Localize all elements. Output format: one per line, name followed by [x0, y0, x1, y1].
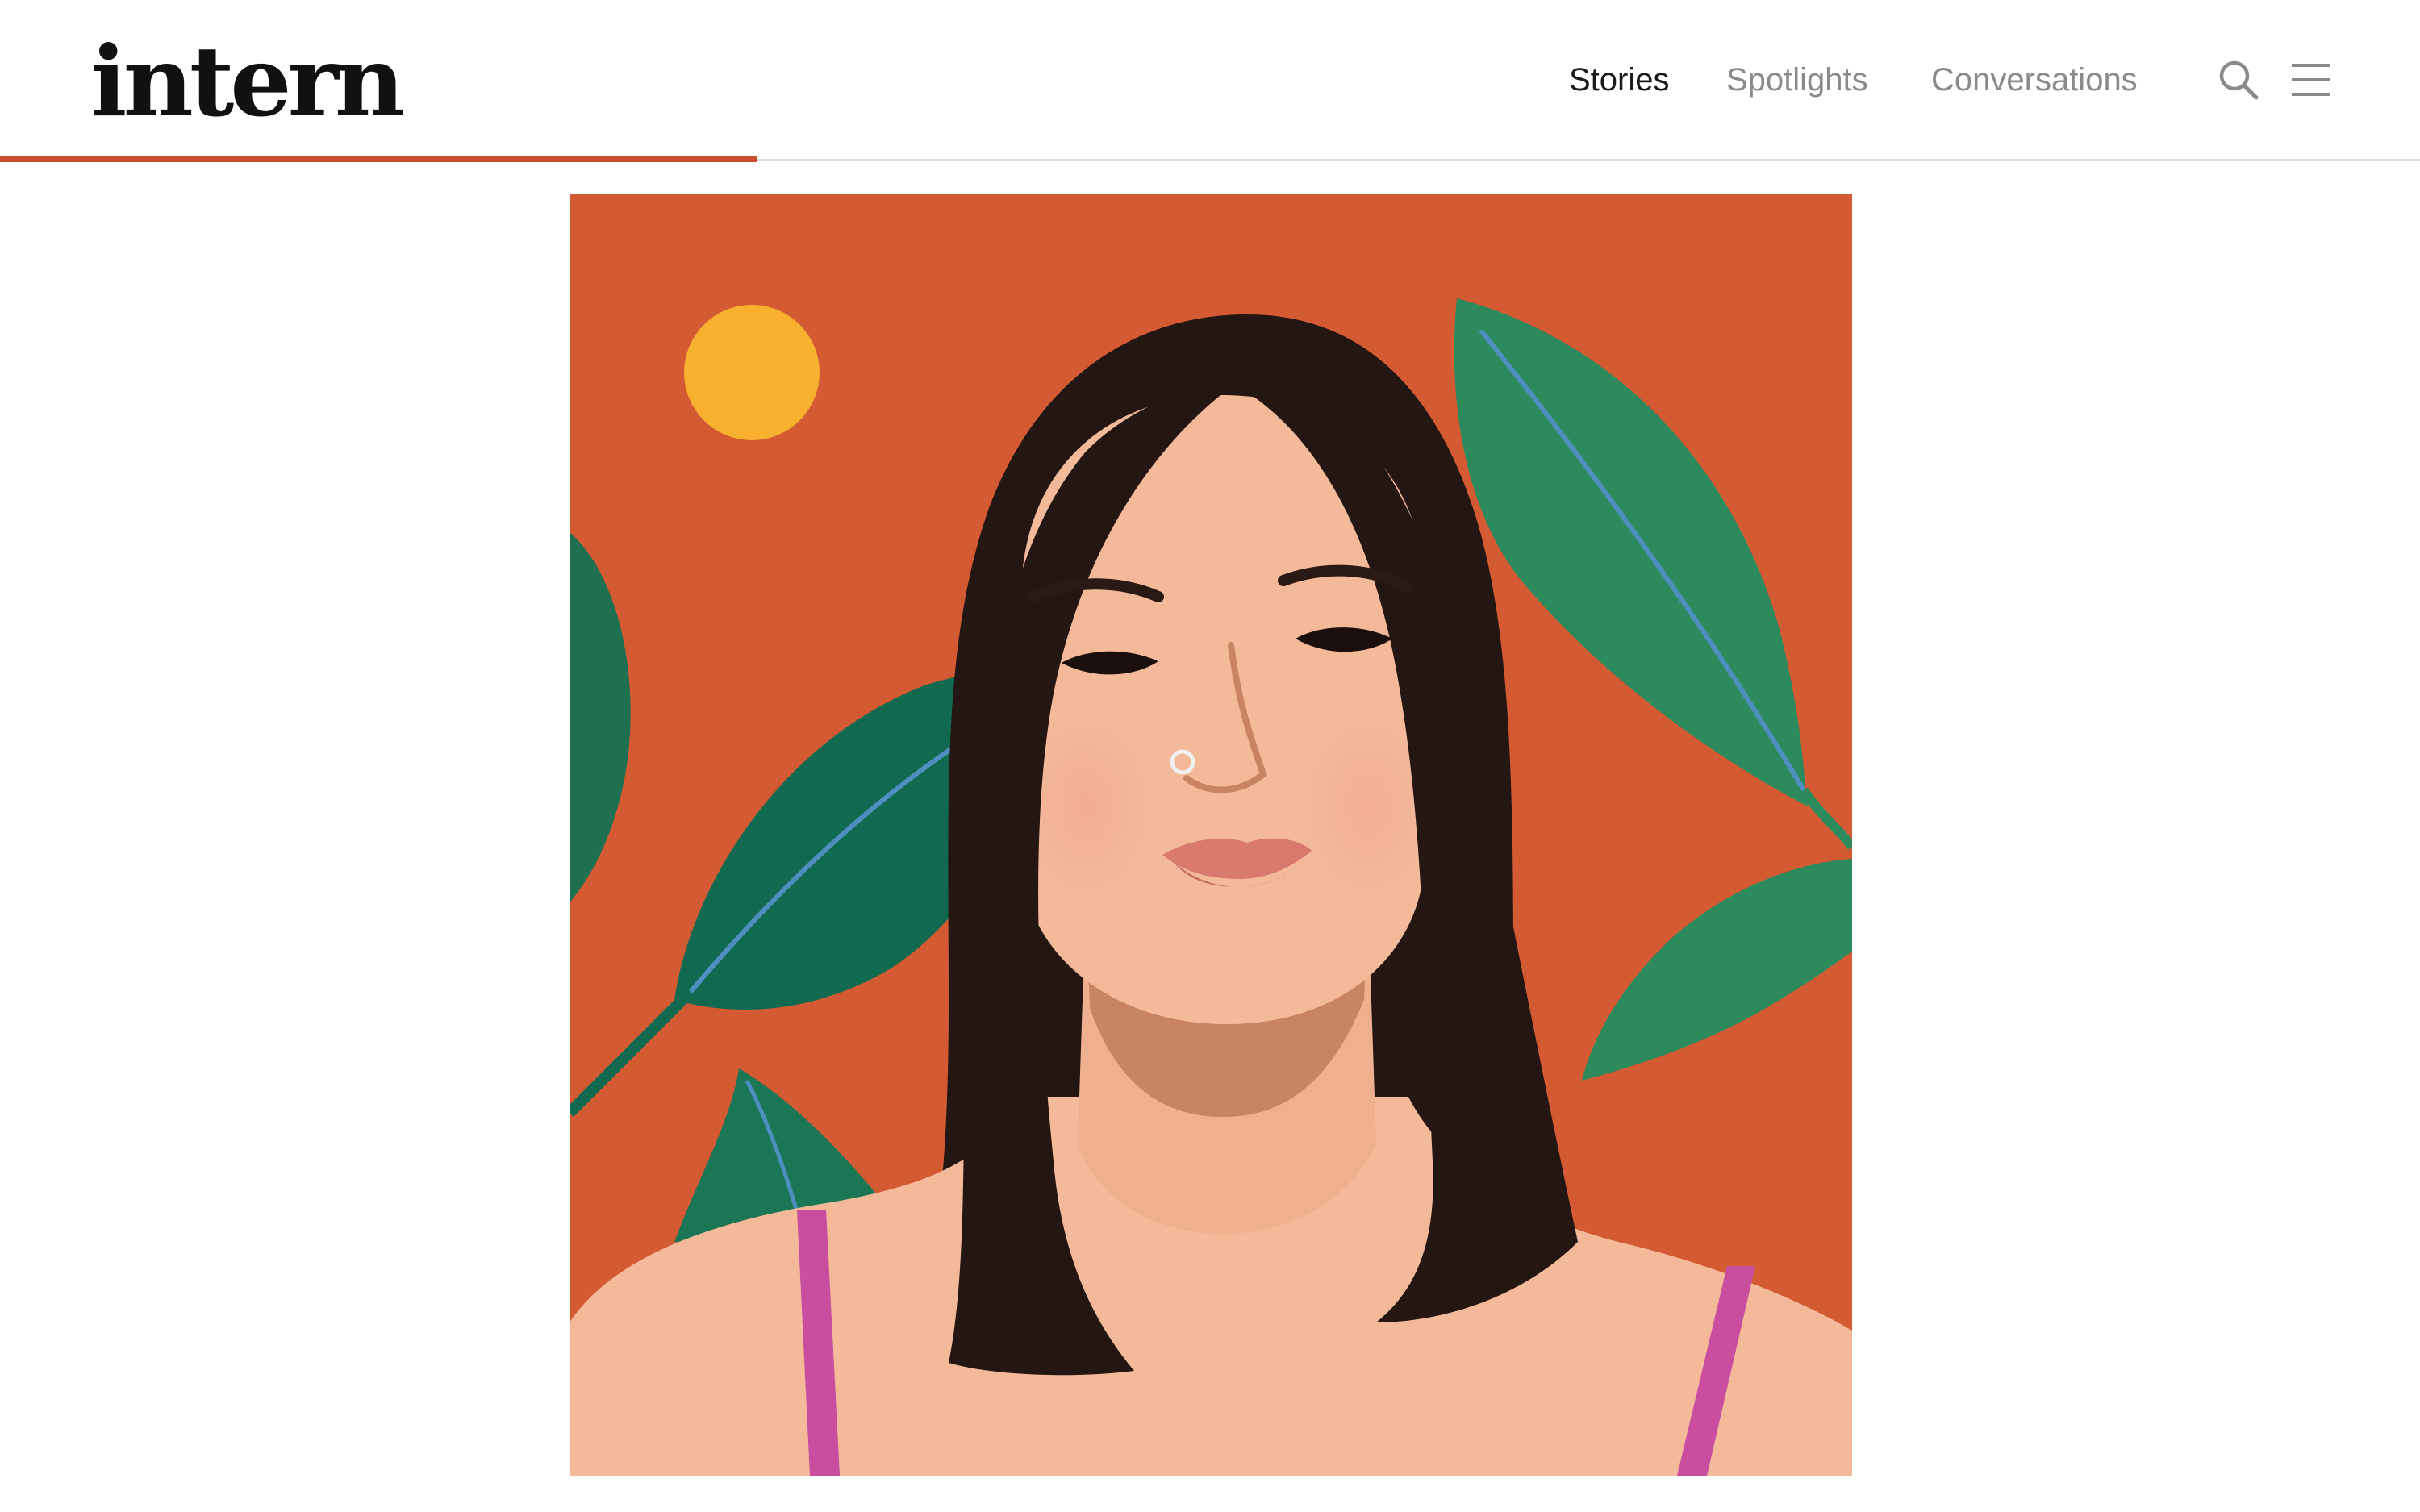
menu-button[interactable]: [2283, 52, 2339, 108]
reading-progress-bar: [0, 156, 757, 162]
hamburger-menu-icon: [2292, 64, 2330, 96]
nav-item-stories[interactable]: Stories: [1569, 53, 1670, 106]
hero-illustration: [570, 194, 1852, 1476]
nav-item-spotlights[interactable]: Spotlights: [1726, 53, 1868, 106]
nav-item-conversations[interactable]: Conversations: [1931, 53, 2138, 106]
sun-shape: [684, 305, 820, 440]
search-button[interactable]: [2210, 52, 2267, 108]
site-logo[interactable]: intern: [90, 26, 405, 139]
portrait-illustration: [570, 194, 1852, 1476]
site-header: intern Stories Spotlights Conversations: [0, 0, 2420, 162]
search-icon: [2219, 60, 2259, 100]
